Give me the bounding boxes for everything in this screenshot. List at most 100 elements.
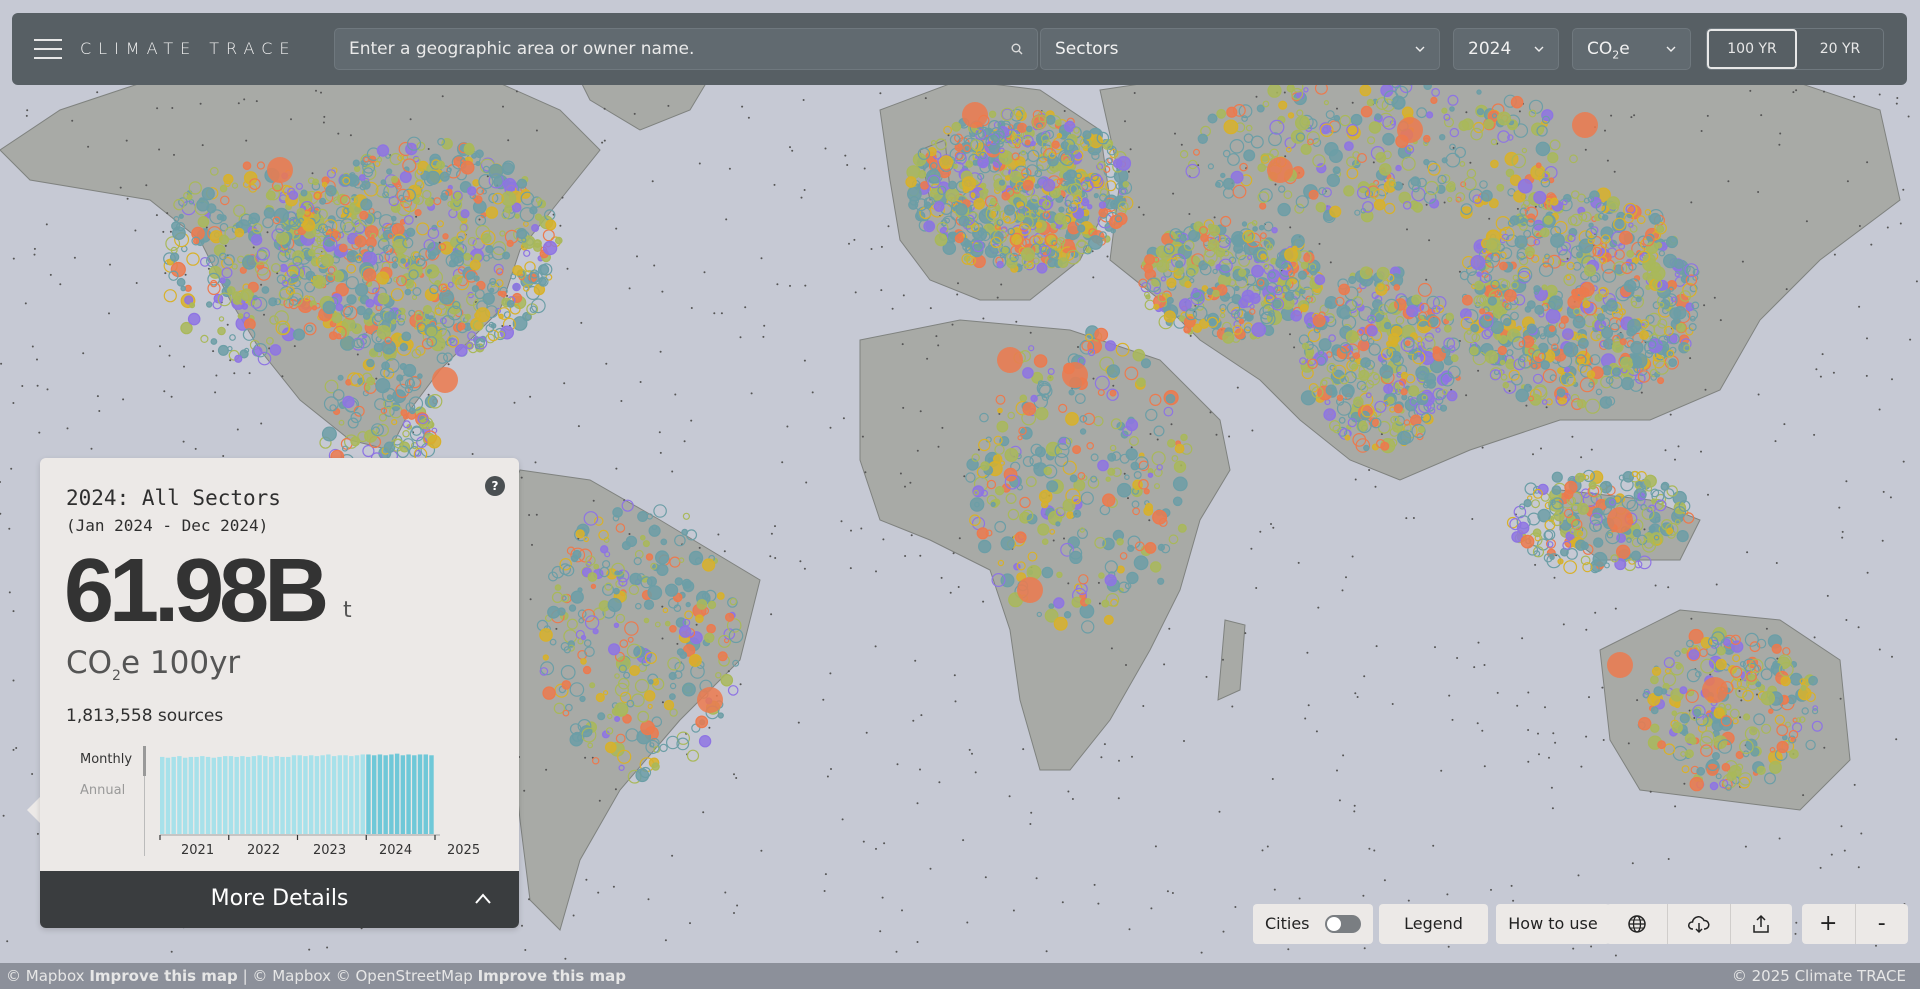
emission-source-marker[interactable] <box>514 213 520 219</box>
emission-source-marker[interactable] <box>386 168 393 175</box>
emission-source-marker[interactable] <box>1470 255 1486 271</box>
emission-source-marker[interactable] <box>1788 749 1799 759</box>
emission-source-marker[interactable] <box>1079 603 1095 619</box>
emission-source-marker[interactable] <box>1037 523 1050 536</box>
emission-source-marker[interactable] <box>1484 350 1499 364</box>
emission-source-marker[interactable] <box>288 190 299 200</box>
emission-source-marker[interactable] <box>1151 277 1161 287</box>
emission-source-marker[interactable] <box>1359 266 1373 280</box>
emission-source-marker[interactable] <box>1450 354 1459 363</box>
emission-source-marker[interactable] <box>1353 396 1364 408</box>
emission-source-marker[interactable] <box>359 210 369 220</box>
emission-source-marker[interactable] <box>1665 235 1679 249</box>
emission-source-marker[interactable] <box>613 587 620 595</box>
emission-source-marker[interactable] <box>1561 328 1574 341</box>
emission-source-marker[interactable] <box>1630 550 1642 561</box>
emission-source-marker[interactable] <box>1132 348 1146 362</box>
emission-source-marker[interactable] <box>1082 130 1092 140</box>
emission-source-marker[interactable] <box>580 634 587 641</box>
emission-source-marker[interactable] <box>363 268 377 282</box>
emission-source-marker[interactable] <box>1406 305 1419 318</box>
emission-source-marker[interactable] <box>1675 663 1682 670</box>
emission-source-marker[interactable] <box>1016 213 1025 222</box>
emission-source-marker[interactable] <box>1474 280 1484 291</box>
emission-source-marker[interactable] <box>1620 356 1634 370</box>
emission-source-marker[interactable] <box>607 597 622 613</box>
emission-source-marker[interactable] <box>998 179 1006 186</box>
emission-source-marker[interactable] <box>1238 298 1249 309</box>
emission-source-marker[interactable] <box>1174 260 1184 269</box>
emission-source-marker[interactable] <box>1776 740 1789 754</box>
emission-source-marker[interactable] <box>1577 337 1589 349</box>
emission-source-marker[interactable] <box>531 224 540 233</box>
emission-source-marker[interactable] <box>1548 295 1563 310</box>
emission-source-marker[interactable] <box>664 583 679 597</box>
emission-source-marker[interactable] <box>639 534 646 541</box>
emission-source-marker[interactable] <box>945 188 960 203</box>
emission-source-marker[interactable] <box>906 165 921 180</box>
emission-source-marker[interactable] <box>1301 342 1310 350</box>
emission-source-marker[interactable] <box>506 300 515 308</box>
emission-source-marker[interactable] <box>1756 765 1766 776</box>
emission-source-marker[interactable] <box>1234 285 1240 292</box>
emission-source-marker[interactable] <box>312 178 320 186</box>
emission-source-marker[interactable] <box>469 259 481 271</box>
emission-source-marker[interactable] <box>1650 723 1660 733</box>
emission-source-marker[interactable] <box>178 213 184 219</box>
emission-source-marker[interactable] <box>1620 376 1635 391</box>
emission-source-marker[interactable] <box>1177 523 1187 533</box>
emission-source-marker[interactable] <box>1574 472 1585 483</box>
emission-source-marker[interactable] <box>707 600 717 610</box>
emission-source-marker[interactable] <box>1524 246 1535 257</box>
emission-source-marker[interactable] <box>1101 493 1116 507</box>
emission-source-marker[interactable] <box>399 343 408 352</box>
emission-source-marker[interactable] <box>1601 214 1609 221</box>
emission-source-marker[interactable] <box>1045 114 1056 125</box>
emission-source-marker[interactable] <box>994 486 1005 496</box>
emission-source-marker[interactable] <box>512 282 521 292</box>
emission-source-marker[interactable] <box>1271 226 1278 234</box>
emission-source-marker[interactable] <box>1684 749 1694 759</box>
emission-source-marker[interactable] <box>1026 125 1033 133</box>
emission-source-marker[interactable] <box>1056 132 1063 139</box>
emission-source-marker[interactable] <box>954 233 964 244</box>
emission-source-marker[interactable] <box>1396 430 1412 446</box>
emission-source-marker[interactable] <box>187 312 201 326</box>
emission-source-marker[interactable] <box>554 236 563 245</box>
emission-source-marker[interactable] <box>1136 377 1146 388</box>
emission-source-marker[interactable] <box>1019 394 1028 403</box>
emission-source-marker[interactable] <box>241 302 249 310</box>
emission-source-marker[interactable] <box>1383 321 1392 330</box>
emission-source-marker[interactable] <box>1359 84 1372 97</box>
emission-source-marker[interactable] <box>1742 713 1751 721</box>
emission-source-marker[interactable] <box>1305 351 1314 360</box>
emission-source-marker[interactable] <box>958 215 970 227</box>
emission-source-marker[interactable] <box>1721 762 1731 772</box>
emission-source-marker[interactable] <box>1722 638 1731 647</box>
emission-source-marker[interactable] <box>1207 223 1214 230</box>
emission-source-marker[interactable] <box>1606 196 1621 210</box>
emission-source-marker[interactable] <box>279 263 288 273</box>
emission-source-marker[interactable] <box>1612 367 1621 376</box>
emission-source-marker[interactable] <box>1143 488 1150 495</box>
emission-source-marker[interactable] <box>1400 388 1408 396</box>
emission-source-marker[interactable] <box>1504 289 1517 302</box>
emission-source-marker[interactable] <box>542 686 556 700</box>
emission-source-marker[interactable] <box>292 328 306 341</box>
emission-source-marker[interactable] <box>717 651 728 662</box>
emission-source-marker[interactable] <box>561 680 572 690</box>
emission-source-marker[interactable] <box>302 218 316 232</box>
emission-source-marker[interactable] <box>380 179 387 186</box>
emission-source-marker[interactable] <box>669 624 677 633</box>
emission-source-marker[interactable] <box>497 290 503 296</box>
emission-source-marker[interactable] <box>485 206 499 219</box>
emission-source-marker[interactable] <box>210 338 218 345</box>
emission-source-marker[interactable] <box>321 254 335 268</box>
emission-source-marker[interactable] <box>1003 204 1016 216</box>
emission-source-marker[interactable] <box>1041 538 1049 546</box>
emission-source-marker[interactable] <box>1004 448 1019 463</box>
emission-source-marker[interactable] <box>425 318 431 325</box>
emission-source-marker[interactable] <box>176 277 186 287</box>
emission-source-marker[interactable] <box>1475 243 1482 250</box>
emission-source-marker[interactable] <box>365 298 375 308</box>
